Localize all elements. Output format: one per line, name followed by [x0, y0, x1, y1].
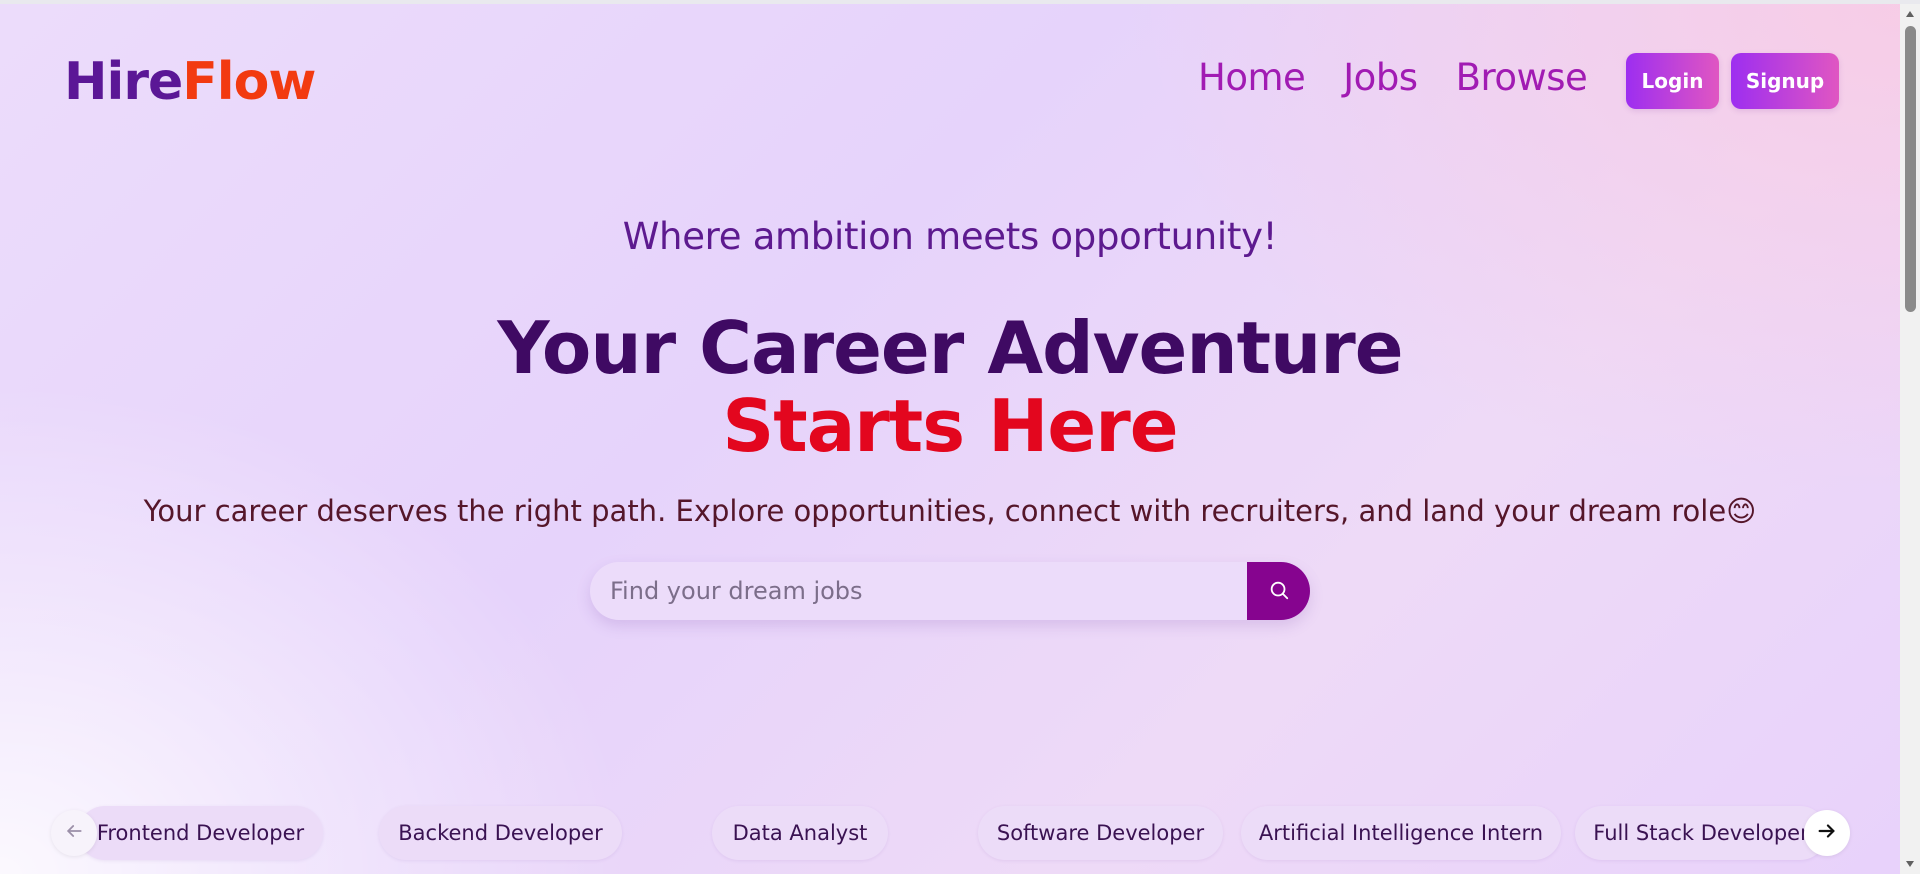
- category-chip-backend-developer[interactable]: Backend Developer: [379, 806, 622, 860]
- brand-logo-part1: Hire: [64, 52, 183, 112]
- nav-home-link[interactable]: Home: [1198, 56, 1306, 99]
- category-chip-software-developer[interactable]: Software Developer: [978, 806, 1223, 860]
- scrollbar-thumb[interactable]: [1905, 26, 1916, 312]
- brand-logo[interactable]: HireFlow: [64, 52, 316, 112]
- category-chip-frontend-developer[interactable]: Frontend Developer: [78, 806, 323, 860]
- signup-button[interactable]: Signup: [1731, 53, 1839, 109]
- job-search-bar: [590, 562, 1310, 620]
- main-nav: Home Jobs Browse: [1198, 56, 1588, 99]
- page: HireFlow Home Jobs Browse Login Signup W…: [0, 4, 1900, 874]
- job-search-input[interactable]: [590, 562, 1247, 620]
- hero-description: Your career deserves the right path. Exp…: [143, 494, 1757, 528]
- category-chip-data-analyst[interactable]: Data Analyst: [712, 806, 888, 860]
- hero-headline-line1: Your Career Adventure: [497, 306, 1403, 390]
- scroll-down-arrow-icon[interactable]: [1900, 854, 1920, 874]
- vertical-scrollbar[interactable]: [1900, 4, 1920, 874]
- search-icon: [1268, 579, 1290, 604]
- arrow-right-icon: [1816, 820, 1838, 846]
- scroll-up-arrow-icon[interactable]: [1900, 4, 1920, 24]
- login-button[interactable]: Login: [1626, 53, 1719, 109]
- arrow-left-icon: [64, 821, 84, 845]
- search-button[interactable]: [1247, 562, 1310, 620]
- hero-tagline: Where ambition meets opportunity!: [622, 215, 1278, 258]
- hero-headline-line2: Starts Here: [722, 384, 1178, 468]
- brand-logo-part2: Flow: [182, 52, 316, 112]
- carousel-next-button[interactable]: [1804, 810, 1850, 856]
- category-chip-full-stack-developer[interactable]: Full Stack Developer: [1575, 806, 1827, 860]
- nav-jobs-link[interactable]: Jobs: [1343, 56, 1418, 99]
- category-chip-artificial-intelligence-intern[interactable]: Artificial Intelligence Intern: [1241, 806, 1561, 860]
- carousel-prev-button[interactable]: [51, 810, 97, 856]
- nav-browse-link[interactable]: Browse: [1456, 56, 1588, 99]
